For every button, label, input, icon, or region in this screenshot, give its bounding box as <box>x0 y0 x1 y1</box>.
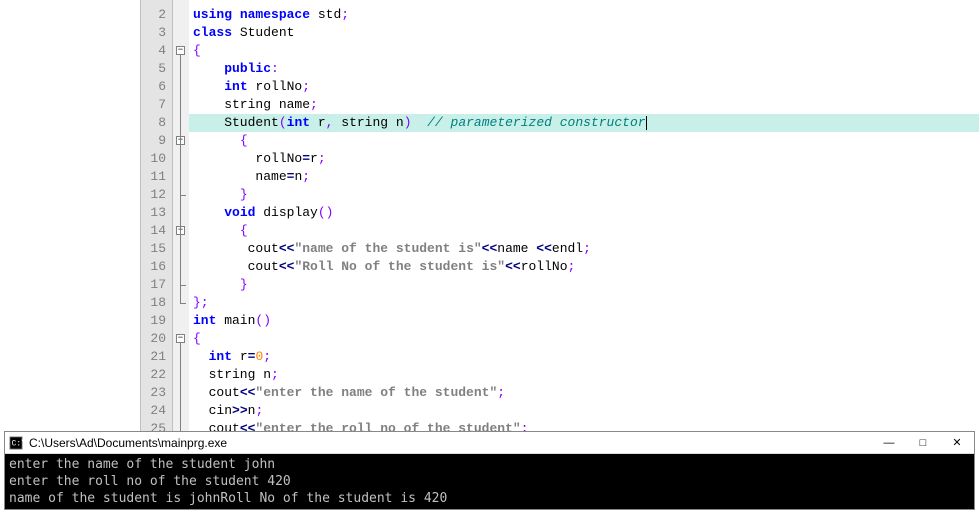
close-button[interactable]: ✕ <box>940 432 974 454</box>
code-line[interactable]: rollNo=r; <box>189 150 979 168</box>
line-number: 23 <box>141 384 166 402</box>
fold-guide <box>180 145 181 195</box>
line-number: 10 <box>141 150 166 168</box>
code-line[interactable]: cout<<"Roll No of the student is"<<rollN… <box>189 258 979 276</box>
line-number-gutter: 1234567891011121314151617181920212223242… <box>141 0 173 431</box>
line-number: 3 <box>141 24 166 42</box>
line-number: 17 <box>141 276 166 294</box>
fold-guide-end <box>180 195 186 196</box>
minimize-button[interactable]: — <box>872 432 906 454</box>
code-line[interactable]: public: <box>189 60 979 78</box>
code-line[interactable]: } <box>189 186 979 204</box>
console-output: enter the name of the student johnenter … <box>5 454 974 509</box>
code-line[interactable]: int main() <box>189 312 979 330</box>
code-line[interactable]: } <box>189 276 979 294</box>
code-line[interactable]: { <box>189 42 979 60</box>
line-number: 21 <box>141 348 166 366</box>
code-line[interactable]: name=n; <box>189 168 979 186</box>
code-line[interactable]: Student(int r, string n) // parameterize… <box>189 114 979 132</box>
line-number: 16 <box>141 258 166 276</box>
code-line[interactable]: int r=0; <box>189 348 979 366</box>
fold-margin[interactable]: −−−− <box>173 0 189 431</box>
line-number: 11 <box>141 168 166 186</box>
line-number: 9 <box>141 132 166 150</box>
code-line[interactable]: { <box>189 330 979 348</box>
console-line: name of the student is johnRoll No of th… <box>9 490 970 507</box>
code-line[interactable]: cout<<"enter the name of the student"; <box>189 384 979 402</box>
code-line[interactable]: string name; <box>189 96 979 114</box>
code-line[interactable]: { <box>189 222 979 240</box>
code-line[interactable]: cout<<"name of the student is"<<name <<e… <box>189 240 979 258</box>
code-area[interactable]: #include<iostream>using namespace std;cl… <box>189 0 979 431</box>
line-number: 15 <box>141 240 166 258</box>
line-number: 19 <box>141 312 166 330</box>
line-number: 24 <box>141 402 166 420</box>
line-number: 2 <box>141 6 166 24</box>
line-number: 12 <box>141 186 166 204</box>
code-editor[interactable]: 1234567891011121314151617181920212223242… <box>140 0 979 431</box>
text-cursor <box>646 116 647 130</box>
fold-guide <box>180 235 181 285</box>
console-title: C:\Users\Ad\Documents\mainprg.exe <box>29 436 872 450</box>
fold-guide-end <box>180 303 186 304</box>
line-number: 7 <box>141 96 166 114</box>
console-line: enter the name of the student john <box>9 456 970 473</box>
code-line[interactable]: cin>>n; <box>189 402 979 420</box>
code-line[interactable]: class Student <box>189 24 979 42</box>
fold-toggle[interactable]: − <box>176 334 185 343</box>
line-number: 8 <box>141 114 166 132</box>
line-number: 18 <box>141 294 166 312</box>
line-number: 6 <box>141 78 166 96</box>
fold-toggle[interactable]: − <box>176 46 185 55</box>
code-line[interactable]: string n; <box>189 366 979 384</box>
code-line[interactable]: { <box>189 132 979 150</box>
console-line: enter the roll no of the student 420 <box>9 473 970 490</box>
line-number: 20 <box>141 330 166 348</box>
code-line[interactable]: }; <box>189 294 979 312</box>
line-number: 14 <box>141 222 166 240</box>
console-titlebar[interactable]: C:\ C:\Users\Ad\Documents\mainprg.exe — … <box>5 432 974 454</box>
line-number: 4 <box>141 42 166 60</box>
maximize-button[interactable]: □ <box>906 432 940 454</box>
window-buttons: — □ ✕ <box>872 432 974 454</box>
svg-text:C:\: C:\ <box>12 439 23 448</box>
app-icon: C:\ <box>9 436 23 450</box>
fold-guide-end <box>180 285 186 286</box>
line-number: 13 <box>141 204 166 222</box>
code-line[interactable]: void display() <box>189 204 979 222</box>
line-number: 22 <box>141 366 166 384</box>
code-line[interactable]: int rollNo; <box>189 78 979 96</box>
line-number: 5 <box>141 60 166 78</box>
console-window[interactable]: C:\ C:\Users\Ad\Documents\mainprg.exe — … <box>4 431 975 510</box>
code-line[interactable]: using namespace std; <box>189 6 979 24</box>
